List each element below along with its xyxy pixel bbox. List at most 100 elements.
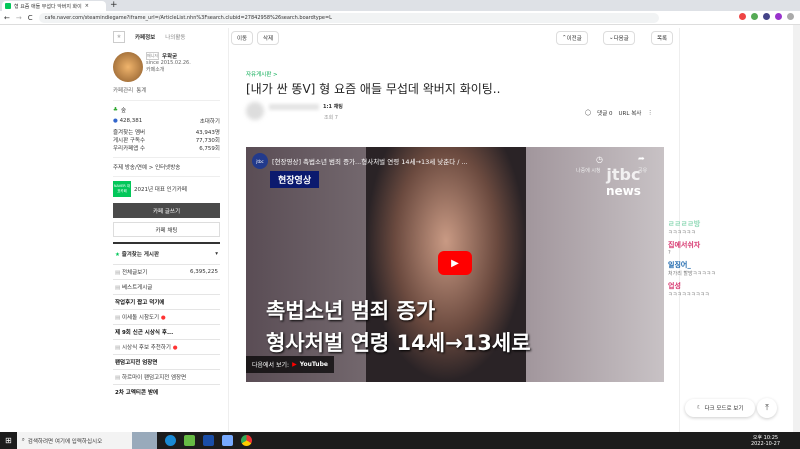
board-item[interactable]: 제 9회 신곤 시상식 후... <box>113 324 220 339</box>
board-item[interactable]: ▤ 전체글보기 6,395,225 <box>113 264 220 279</box>
chat-text: ㅋㅋㅋㅋㅋㅋ <box>668 230 696 236</box>
manager-name[interactable]: 우왁굳 <box>162 52 177 60</box>
chat-text: ? <box>668 250 671 256</box>
board-icon: ▤ <box>115 315 121 321</box>
manager-badge: 매니저 <box>146 52 160 60</box>
chat-badge[interactable]: 1:1 채팅 <box>323 103 343 110</box>
comment-count[interactable]: 댓글 0 <box>597 109 612 117</box>
move-button[interactable]: 이동 <box>231 31 254 45</box>
board-item[interactable]: 팬덤고지전 엄장면 <box>113 354 220 369</box>
forward-icon[interactable]: → <box>16 14 22 22</box>
board-item[interactable]: 작업후기 짭고 덕기에 <box>113 294 220 309</box>
extension-icon[interactable] <box>775 13 782 20</box>
chat-username[interactable]: 집에서쉬자 <box>668 240 793 250</box>
board-sub-value: 77,730회 <box>195 138 220 144</box>
cafe-theme[interactable]: 주제 방송/연예 > 인터넷방송 <box>113 157 220 171</box>
watch-on-youtube[interactable]: 다음에서 보기: ▶ YouTube <box>246 356 334 373</box>
member-count[interactable]: 428,381 <box>120 118 143 124</box>
board-item[interactable]: ▤ 하르마이 팬덤고지전 엠장면 <box>113 369 220 384</box>
board-label: 팬덤고지전 엄장면 <box>115 360 158 366</box>
extensions <box>739 13 794 20</box>
taskbar-search-placeholder: 검색하려면 여기에 입력하십시오 <box>27 438 103 445</box>
dark-mode-label: 다크 모드로 보기 <box>704 406 744 412</box>
chat-label: 카페 채팅 <box>155 227 178 234</box>
members-icon: ● <box>113 118 118 124</box>
board-label: 시상식 후보 추천하기 <box>121 345 171 351</box>
chat-message: 업성 ㅋㅋㅋㅋㅋㅋㅋㅋㅋ <box>668 281 793 298</box>
reload-icon[interactable]: C <box>28 14 33 22</box>
back-icon[interactable]: ← <box>4 14 10 22</box>
cafe-manage-link[interactable]: 카페관리 <box>113 86 133 94</box>
search-highlight-image <box>131 432 157 449</box>
chevron-down-icon[interactable]: ▾ <box>215 251 218 257</box>
tab-bar: 형 요즘 애들 무섭다 악버지 화이 × + <box>0 0 800 11</box>
url-copy-button[interactable]: URL 복사 <box>619 109 642 117</box>
stats-link[interactable]: 통계 <box>136 86 146 94</box>
cafe-intro-link[interactable]: 카페소개 <box>146 66 191 73</box>
board-label: 2차 고멕티콘 받에 <box>115 390 159 396</box>
extension-icon[interactable] <box>751 13 758 20</box>
taskbar-search[interactable]: ⌕ 검색하려면 여기에 입력하십시오 <box>16 432 132 449</box>
share-icon[interactable]: ➦ <box>638 154 645 163</box>
prev-post-button[interactable]: ⌃ 이전글 <box>556 31 588 45</box>
list-button[interactable]: 목록 <box>651 31 674 45</box>
chat-username[interactable]: 업성 <box>668 281 793 291</box>
fav-members-value: 43,943명 <box>195 130 220 136</box>
invite-link[interactable]: 초대하기 <box>200 117 220 125</box>
article-area: 이동 삭제 ⌃ 이전글 ⌄ 다음글 목록 자유게시판 > [내가 싼 똥ᐯ] 형… <box>228 28 777 432</box>
naver-cafe-icon <box>5 3 11 9</box>
dark-mode-button[interactable]: ☾ 다크 모드로 보기 <box>685 399 755 417</box>
board-item[interactable]: 2차 고멕티콘 받에 <box>113 384 220 399</box>
board-count: 6,395,225 <box>190 269 218 275</box>
star-icon[interactable]: ★ <box>113 31 125 43</box>
minecraft-icon[interactable] <box>183 435 195 446</box>
board-label: 이세돌 시참도기 <box>121 315 160 321</box>
app-v-icon[interactable] <box>202 435 214 446</box>
video-title[interactable]: [현장영상] 촉법소년 범죄 증가...형사처벌 연령 14세→13세 낮춘다 … <box>272 156 572 166</box>
next-post-button[interactable]: ⌄ 다음글 <box>603 31 635 45</box>
url-text: cafe.naver.com/steamindiegame?iframe_url… <box>44 14 332 21</box>
edge-icon[interactable] <box>164 435 176 446</box>
windows-start-icon[interactable]: ⊞ <box>5 436 12 445</box>
jtbc-channel-icon: jtbc <box>252 153 268 169</box>
watch-later-icon[interactable]: ◷ <box>596 155 603 164</box>
author-avatar[interactable] <box>246 102 264 120</box>
scroll-top-button[interactable]: ⤒ <box>757 398 777 418</box>
chat-button[interactable]: 카페 채팅 <box>113 222 220 237</box>
embedded-video[interactable]: jtbc [현장영상] 촉법소년 범죄 증가...형사처벌 연령 14세→13세… <box>246 147 664 382</box>
comment-icon[interactable]: ◯ <box>585 110 591 116</box>
extension-icon[interactable] <box>739 13 746 20</box>
chat-message: 일징어_ 처가리 할방ㅋㅋㅋㅋㅋ <box>668 260 793 277</box>
board-item[interactable]: ▤ 시상식 후보 추천하기 ● <box>113 339 220 354</box>
tab-cafe-info[interactable]: 카페정보 <box>135 33 155 41</box>
write-label: 카페 글쓰기 <box>152 208 181 215</box>
chrome-icon[interactable] <box>240 435 252 446</box>
chat-username[interactable]: 일징어_ <box>668 260 793 270</box>
browser-tab[interactable]: 형 요즘 애들 무섭다 악버지 화이 × <box>2 1 106 11</box>
extension-icon[interactable] <box>763 13 770 20</box>
play-button[interactable]: ▶ <box>438 251 472 275</box>
board-item[interactable]: ▤ 베스트게시글 <box>113 279 220 294</box>
board-link[interactable]: 자유게시판 > <box>246 70 278 78</box>
clock-date: 2022-10-27 <box>750 441 780 447</box>
star-icon: ★ <box>115 252 120 258</box>
caption-line-1: 촉법소년 범죄 증가 <box>266 299 436 323</box>
new-tab-button[interactable]: + <box>110 0 118 10</box>
board-label: 전체글보기 <box>121 270 148 276</box>
clock[interactable]: 오후 10:25 2022-10-27 <box>751 434 780 447</box>
delete-button[interactable]: 삭제 <box>257 31 280 45</box>
profile-avatar[interactable] <box>787 13 794 20</box>
more-icon[interactable]: ⋮ <box>647 110 653 116</box>
url-input[interactable]: cafe.naver.com/steamindiegame?iframe_url… <box>38 12 659 23</box>
close-icon[interactable]: × <box>85 3 89 9</box>
cafe-logo <box>113 52 143 82</box>
write-button[interactable]: 카페 글쓰기 <box>113 203 220 218</box>
board-icon: ▤ <box>115 375 121 381</box>
chat-username[interactable]: ㄹㄹㄹㄹ방 <box>668 219 793 229</box>
app-icon[interactable] <box>221 435 233 446</box>
board-item[interactable]: ▤ 이세돌 시참도기 ● <box>113 309 220 324</box>
chat-message: 집에서쉬자? <box>668 240 793 256</box>
scrollbar[interactable] <box>793 25 800 432</box>
naver-badge: NAVER 대표카페 <box>113 181 131 197</box>
tab-my-activity[interactable]: 나의활동 <box>165 33 185 41</box>
